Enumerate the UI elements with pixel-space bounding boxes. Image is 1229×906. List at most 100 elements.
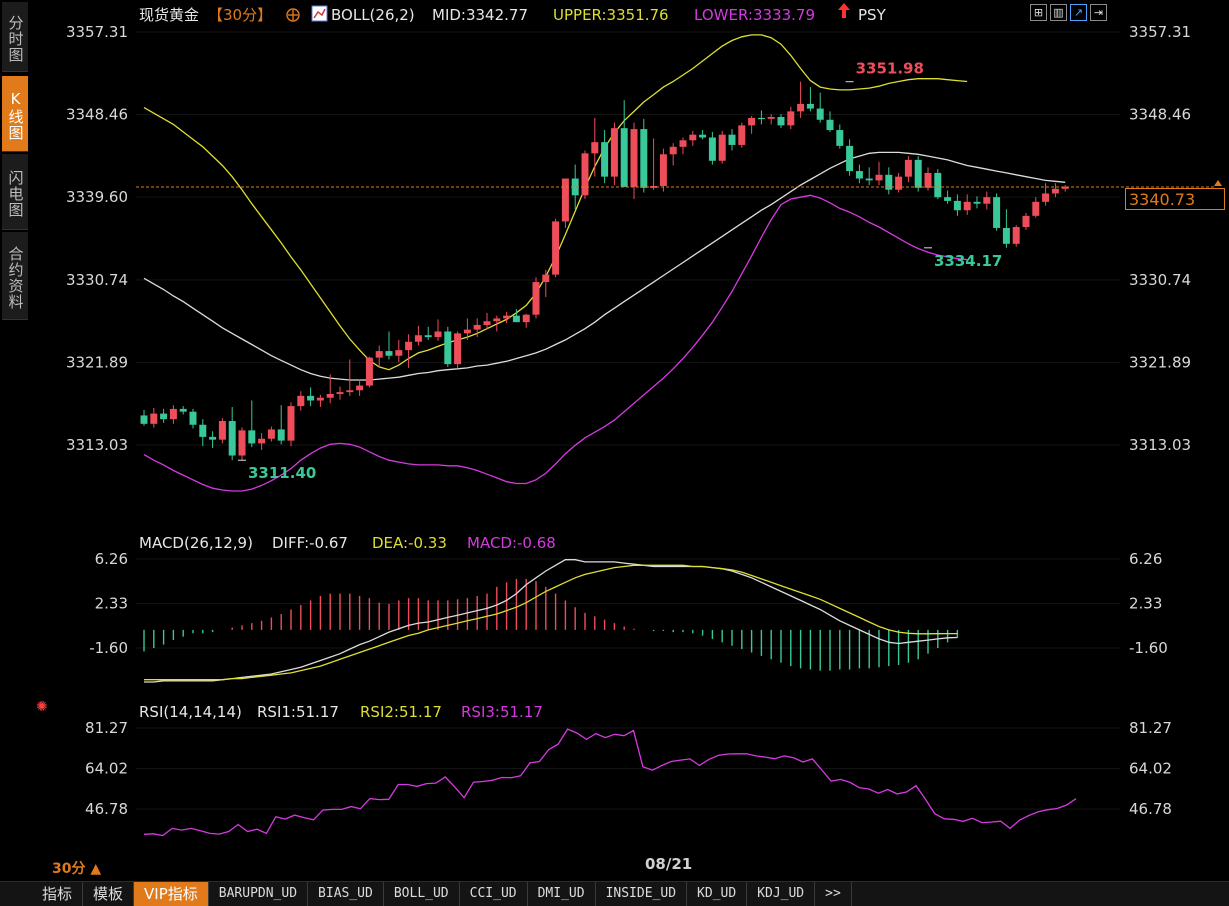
macd-diff-line <box>144 559 958 683</box>
candle-body <box>767 116 775 119</box>
boll-label: BOLL(26,2) <box>331 6 415 24</box>
arrow-up-icon <box>838 3 850 18</box>
candle-body <box>846 145 854 172</box>
candle-body <box>1032 201 1040 216</box>
tab-barupdn-ud[interactable]: BARUPDN_UD <box>209 882 309 906</box>
candle-body <box>659 154 667 186</box>
grid-icon[interactable]: ⊞ <box>1030 4 1047 21</box>
candle-body <box>248 430 256 444</box>
price-tick-left: 3339.60 <box>66 188 128 206</box>
candle-body <box>1012 227 1020 244</box>
candle-body <box>454 333 462 365</box>
candle-body <box>924 172 932 188</box>
candle-body <box>218 421 226 440</box>
candle-body <box>610 128 618 177</box>
candle-body <box>258 438 266 444</box>
candle-body <box>944 197 952 201</box>
candle-body <box>179 408 187 412</box>
chart-canvas[interactable]: 3357.313357.313348.463348.463339.603339.… <box>0 0 1229 880</box>
macd-tick-left: 6.26 <box>95 550 128 568</box>
candle-body <box>189 411 197 425</box>
candle-body <box>757 117 765 120</box>
candle-body <box>581 153 589 196</box>
candle-body <box>140 415 148 424</box>
candle-body <box>728 134 736 145</box>
price-tick-right: 3357.31 <box>1129 23 1191 41</box>
candle-body <box>375 351 383 358</box>
candle-body <box>561 178 569 222</box>
chart-icon[interactable]: ↗ <box>1070 4 1087 21</box>
price-tick-left: 3321.89 <box>66 353 128 371</box>
candle-body <box>414 335 422 342</box>
price-annotation: 3334.17 <box>934 252 1002 270</box>
candle-body <box>385 351 393 356</box>
candle-body <box>1042 193 1050 202</box>
candle-body <box>356 385 364 391</box>
tab-inside-ud[interactable]: INSIDE_UD <box>596 882 688 906</box>
candle-body <box>552 221 560 275</box>
rsi2-value: RSI2:51.17 <box>360 703 442 721</box>
tab-dmi-ud[interactable]: DMI_UD <box>528 882 596 906</box>
price-annotation: 3351.98 <box>856 60 924 78</box>
boll-chart-icon[interactable] <box>311 5 328 22</box>
indicator-tabs: 指标 模板 VIP指标 BARUPDN_UD BIAS_UD BOLL_UD CCI_UD D… <box>32 882 852 906</box>
macd-tick-right: 6.26 <box>1129 550 1162 568</box>
candle-body <box>542 274 550 283</box>
tab-bias-ud[interactable]: BIAS_UD <box>308 882 384 906</box>
candle-body <box>365 357 373 386</box>
candle-body <box>532 282 540 315</box>
candle-body <box>160 413 168 420</box>
candle-body <box>601 142 609 177</box>
candlesticks <box>140 81 1069 461</box>
macd-tick-left: -1.60 <box>89 639 128 657</box>
candle-body <box>895 176 903 190</box>
price-annotation: 3311.40 <box>248 464 316 482</box>
table-icon[interactable]: ▥ <box>1050 4 1067 21</box>
candle-body <box>620 128 628 187</box>
candle-body <box>993 197 1001 228</box>
add-indicator-icon[interactable] <box>286 8 300 22</box>
candle-body <box>875 174 883 181</box>
tab-boll-ud[interactable]: BOLL_UD <box>384 882 460 906</box>
rsi-tick-left: 46.78 <box>85 800 128 818</box>
macd-dea-line <box>144 564 958 681</box>
period-tag[interactable]: 【30分】 <box>208 6 272 24</box>
price-tick-right: 3313.03 <box>1129 436 1191 454</box>
candle-body <box>689 134 697 141</box>
rsi3-value: RSI3:51.17 <box>461 703 543 721</box>
forward-icon[interactable]: ⇥ <box>1090 4 1107 21</box>
rsi-tick-right: 81.27 <box>1129 719 1172 737</box>
tab-[interactable]: 模板 <box>83 882 135 906</box>
price-tick-left: 3330.74 <box>66 271 128 289</box>
boll-upper-line <box>143 34 968 371</box>
tab-kdj-ud[interactable]: KDJ_UD <box>747 882 816 906</box>
candle-body <box>199 424 207 437</box>
tab-vip[interactable]: VIP指标 <box>134 882 209 906</box>
indicator-tab-bar: 指标 模板 VIP指标 BARUPDN_UD BIAS_UD BOLL_UD CCI_UD D… <box>0 881 1229 906</box>
tab-kd-ud[interactable]: KD_UD <box>687 882 748 906</box>
candle-body <box>591 142 599 154</box>
candle-body <box>679 140 687 147</box>
macd-label: MACD(26,12,9) <box>139 534 253 552</box>
boll-lower: LOWER:3333.79 <box>694 6 815 24</box>
candle-body <box>463 329 471 334</box>
boll-bands <box>143 34 1066 492</box>
tab-[interactable]: 指标 <box>32 882 84 906</box>
candle-body <box>150 413 158 424</box>
price-tick-right: 3321.89 <box>1129 353 1191 371</box>
tab-cci-ud[interactable]: CCI_UD <box>460 882 528 906</box>
candle-body <box>748 117 756 126</box>
period-selector[interactable]: 30分 ▲ <box>52 858 101 878</box>
price-tick-left: 3348.46 <box>66 106 128 124</box>
tab-[interactable]: >> <box>815 882 852 906</box>
candle-body <box>405 341 413 351</box>
settings-sun-icon[interactable]: ✺ <box>36 699 48 715</box>
rsi-line <box>143 728 1077 837</box>
y-axis-ticks: 3357.313357.313348.463348.463339.603339.… <box>66 23 1191 818</box>
rsi-panel <box>143 728 1077 837</box>
candle-body <box>963 201 971 211</box>
psy-label: PSY <box>858 6 887 24</box>
price-tick-left: 3357.31 <box>66 23 128 41</box>
macd-diff: DIFF:-0.67 <box>272 534 348 552</box>
macd-tick-left: 2.33 <box>95 595 128 613</box>
